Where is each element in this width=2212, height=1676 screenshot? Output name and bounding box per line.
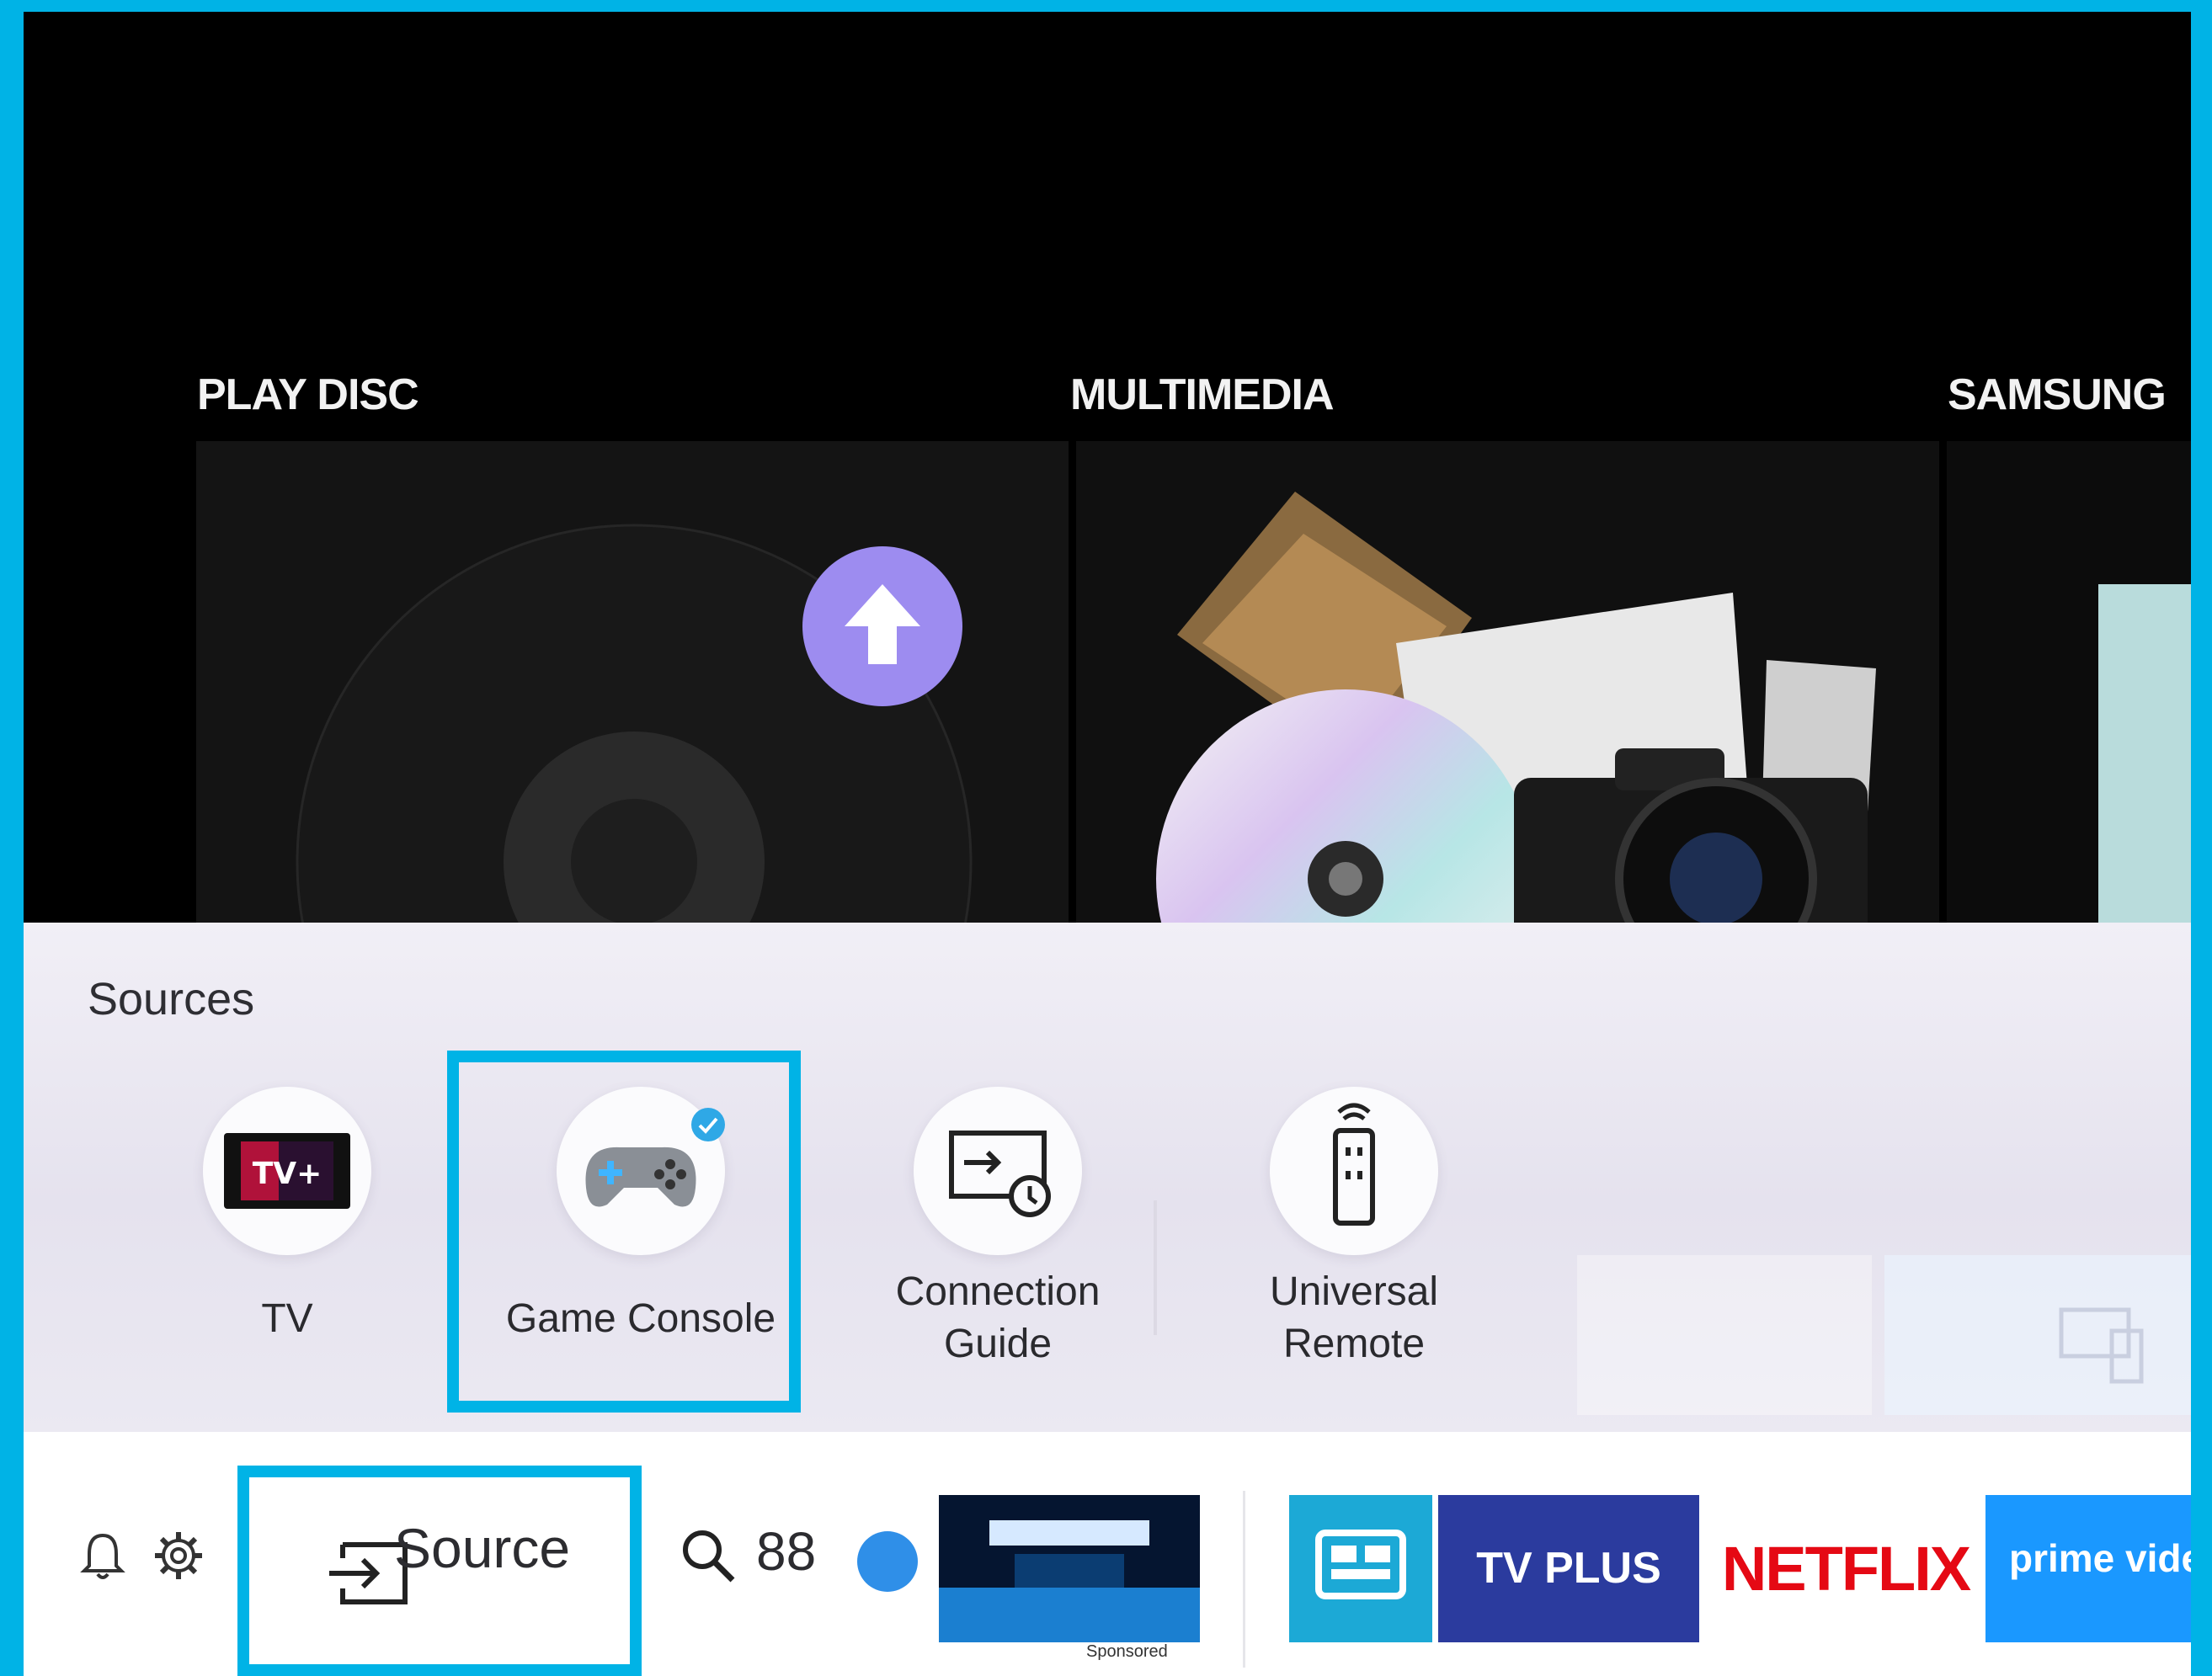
connection-guide-icon [949, 1131, 1051, 1217]
source-universal-remote[interactable]: Universal Remote [1194, 1070, 1514, 1423]
sources-title: Sources [88, 974, 255, 1024]
play-disc-tile[interactable] [196, 441, 1069, 938]
app-samsung-tv-plus[interactable]: TV PLUS [1438, 1495, 1699, 1642]
search-icon[interactable] [679, 1526, 738, 1585]
sponsored-image [939, 1495, 1200, 1642]
multimedia-illustration [1156, 492, 1876, 938]
samsung-title: SAMSUNG [1948, 370, 2167, 419]
source-tv[interactable]: TV+ TV [127, 1070, 447, 1423]
samsung-preview-image [2098, 584, 2191, 938]
universal-remote-label: Universal Remote [1269, 1269, 1439, 1366]
tv-guide-icon [1315, 1530, 1406, 1599]
faded-tile [1577, 1255, 1872, 1415]
arrow-up-icon [845, 584, 920, 664]
bixby-icon[interactable] [857, 1531, 918, 1592]
app-prime-video[interactable]: prime video [1985, 1495, 2191, 1642]
home-bar: Source 88 Sponsored TV PLUS NETFLIX prim… [24, 1432, 2191, 1676]
app-netflix[interactable]: NETFLIX [1711, 1495, 1980, 1642]
connection-guide-circle [914, 1087, 1082, 1255]
game-console-highlight [447, 1051, 801, 1413]
remote-icon [1333, 1103, 1375, 1226]
multimedia-title: MULTIMEDIA [1070, 370, 1335, 419]
sources-panel: Sources TV+ TV Game Console Connection G… [24, 923, 2191, 1432]
upload-button[interactable] [802, 546, 962, 706]
sources-divider [1154, 1200, 1157, 1335]
tv-screen: PLAY DISC MULTIMEDIA SAMSUNG Sources TV+… [24, 12, 2191, 1676]
universal-remote-circle [1270, 1087, 1438, 1255]
notification-bell-icon[interactable] [76, 1529, 130, 1583]
samsung-tile[interactable] [1947, 441, 2191, 938]
multimedia-tile[interactable] [1076, 441, 1939, 938]
connection-guide-label: Connection Guide [895, 1269, 1101, 1366]
play-disc-title: PLAY DISC [197, 370, 419, 419]
apps-icon[interactable]: 88 [756, 1520, 816, 1583]
tv-label: TV [261, 1296, 313, 1341]
tv-plus-icon: TV+ [224, 1133, 350, 1209]
app-tv-guide[interactable] [1289, 1495, 1432, 1642]
source-connection-guide[interactable]: Connection Guide [838, 1070, 1158, 1423]
source-highlight [237, 1466, 642, 1676]
bar-divider [1243, 1491, 1245, 1668]
tv-source-circle: TV+ [203, 1087, 371, 1255]
settings-gear-icon[interactable] [152, 1529, 205, 1583]
sponsored-label: Sponsored [1086, 1642, 1168, 1661]
svg-text:TV+: TV+ [253, 1157, 322, 1191]
sponsored-tile[interactable] [939, 1495, 1200, 1642]
faded-tile [1884, 1255, 2191, 1415]
devices-icon [2059, 1307, 2144, 1384]
